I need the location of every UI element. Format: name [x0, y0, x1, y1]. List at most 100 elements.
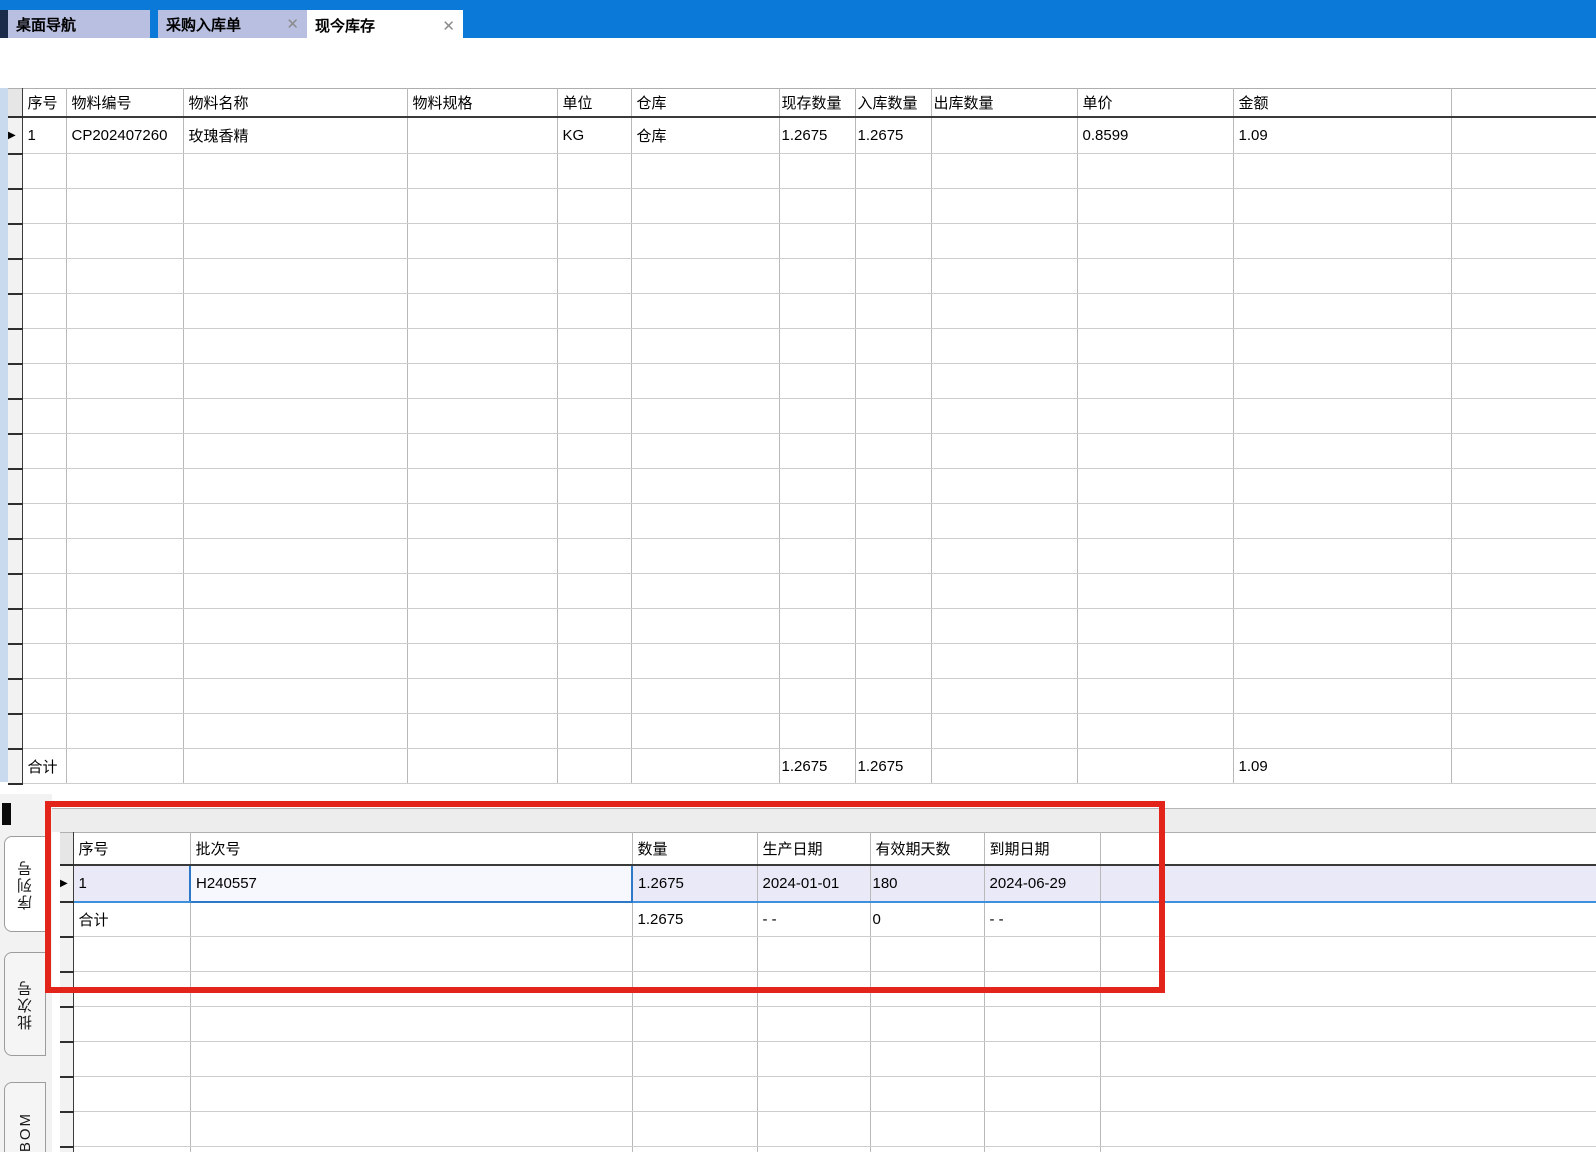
col-header-spec: 物料规格 [407, 89, 557, 117]
cell-prod-date[interactable]: 2024-01-01 [757, 865, 870, 902]
tab-current-inventory[interactable]: 现今库存 ✕ [307, 10, 463, 41]
batch-total-row: 合计 1.2675 - - 0 - - [60, 902, 1596, 937]
grid-empty-row[interactable] [8, 644, 1596, 679]
grid-empty-row[interactable] [8, 399, 1596, 434]
grid-empty-row[interactable] [60, 1147, 1596, 1152]
row-selector-cell: ▶ [8, 117, 22, 154]
col-header-unit-price: 单价 [1077, 89, 1233, 117]
side-tab-label: 批次号 [15, 979, 36, 1030]
inventory-header-row: 序号 物料编号 物料名称 物料规格 单位 仓库 现存数量 入库数量 出库数量 单… [8, 89, 1596, 117]
grid-empty-row[interactable] [8, 609, 1596, 644]
cell-qty-in[interactable]: 1.2675 [855, 117, 931, 154]
row-selector-cell: ▶ [60, 865, 73, 902]
grid-empty-row[interactable] [60, 1112, 1596, 1147]
row-selector-cell [60, 1147, 73, 1152]
row-selector-cell [60, 1042, 73, 1077]
cell-qty-on-hand[interactable]: 1.2675 [779, 117, 855, 154]
col-header-qty-out: 出库数量 [931, 89, 1077, 117]
col-header-valid-days: 有效期天数 [870, 833, 984, 865]
cell-extra [1451, 117, 1596, 154]
cell-spec[interactable] [407, 117, 557, 154]
batch-detail-grid: 序号 批次号 数量 生产日期 有效期天数 到期日期 ▶ 1 H240557 1.… [60, 832, 1596, 1152]
tab-label: 现今库存 [315, 15, 375, 36]
grid-empty-row[interactable] [8, 714, 1596, 749]
side-tab-batch-number[interactable]: 批次号 [4, 952, 46, 1056]
col-header-qty-in: 入库数量 [855, 89, 931, 117]
col-header-code: 物料编号 [66, 89, 183, 117]
row-selector-cell [8, 539, 22, 574]
splitter-handle[interactable] [2, 803, 11, 825]
grid-empty-row[interactable] [60, 937, 1596, 972]
col-header-qty-on-hand: 现存数量 [779, 89, 855, 117]
col-header-qty: 数量 [632, 833, 757, 865]
tab-label: 桌面导航 [16, 14, 76, 35]
grid-empty-row[interactable] [8, 574, 1596, 609]
tab-desktop-nav[interactable]: 桌面导航 [8, 10, 150, 38]
inventory-row[interactable]: ▶ 1 CP202407260 玫瑰香精 KG 仓库 1.2675 1.2675… [8, 117, 1596, 154]
cell-amount[interactable]: 1.09 [1233, 117, 1451, 154]
row-selector-cell [8, 714, 22, 749]
cell-unit-price[interactable]: 0.8599 [1077, 117, 1233, 154]
col-header-prod-date: 生产日期 [757, 833, 870, 865]
col-header-seq: 序号 [73, 833, 190, 865]
tab-purchase-receipt[interactable]: 采购入库单 ✕ [158, 10, 307, 38]
grid-empty-row[interactable] [8, 364, 1596, 399]
grid-empty-row[interactable] [60, 1042, 1596, 1077]
close-tab-icon[interactable]: ✕ [272, 15, 299, 33]
cell-seq[interactable]: 1 [73, 865, 190, 902]
cell-seq[interactable]: 1 [22, 117, 66, 154]
grid-empty-row[interactable] [8, 224, 1596, 259]
grid-empty-row[interactable] [8, 154, 1596, 189]
row-selector-cell [8, 749, 22, 784]
total-label: 合计 [73, 902, 190, 937]
total-label: 合计 [22, 749, 66, 784]
cell-warehouse[interactable]: 仓库 [631, 117, 779, 154]
grid-empty-row[interactable] [60, 1077, 1596, 1112]
grid-empty-row[interactable] [8, 189, 1596, 224]
grid-empty-row[interactable] [8, 679, 1596, 714]
total-expiry-date: - - [984, 902, 1100, 937]
batch-no-cell-editor[interactable]: H240557 [190, 865, 632, 902]
cell-valid-days[interactable]: 180 [870, 865, 984, 902]
batch-row[interactable]: ▶ 1 H240557 1.2675 2024-01-01 180 2024-0… [60, 865, 1596, 902]
row-selector-cell [8, 399, 22, 434]
row-selector-header [8, 89, 22, 117]
grid-empty-row[interactable] [8, 294, 1596, 329]
row-selector-cell [8, 329, 22, 364]
row-selector-cell [8, 679, 22, 714]
cell-code[interactable]: CP202407260 [66, 117, 183, 154]
cell-qty-out[interactable] [931, 117, 1077, 154]
close-tab-icon[interactable]: ✕ [428, 17, 455, 35]
side-tab-label: 序列号 [15, 859, 36, 910]
cell-name[interactable]: 玫瑰香精 [183, 117, 407, 154]
total-qty-on-hand: 1.2675 [779, 749, 855, 784]
side-tab-bom[interactable]: BOM [4, 1082, 46, 1152]
row-selector-cell [8, 434, 22, 469]
grid-empty-row[interactable] [8, 469, 1596, 504]
grid-empty-row[interactable] [8, 539, 1596, 574]
row-selector-cell [60, 1112, 73, 1147]
total-qty: 1.2675 [632, 902, 757, 937]
grid-empty-row[interactable] [8, 329, 1596, 364]
inventory-total-row: 合计 1.2675 1.2675 1.09 [8, 749, 1596, 784]
grid-empty-row[interactable] [60, 1007, 1596, 1042]
grid-empty-row[interactable] [8, 504, 1596, 539]
app-window: 桌面导航 采购入库单 ✕ 现今库存 ✕ 序号 物料编号 物料名称 物料规格 [0, 0, 1596, 1152]
col-header-extra [1100, 833, 1596, 865]
row-selector-cell [8, 154, 22, 189]
total-amount: 1.09 [1233, 749, 1451, 784]
grid-empty-row[interactable] [8, 434, 1596, 469]
grid-empty-row[interactable] [8, 259, 1596, 294]
row-selector-cell [8, 469, 22, 504]
cell-expiry-date[interactable]: 2024-06-29 [984, 865, 1100, 902]
row-selector-cell [8, 294, 22, 329]
row-selector-header [60, 833, 73, 865]
cell-unit[interactable]: KG [557, 117, 631, 154]
col-header-amount: 金额 [1233, 89, 1451, 117]
row-selector-cell [60, 1077, 73, 1112]
inventory-grid: 序号 物料编号 物料名称 物料规格 单位 仓库 现存数量 入库数量 出库数量 单… [8, 88, 1596, 785]
grid-empty-row[interactable] [60, 972, 1596, 1007]
current-row-marker-icon: ▶ [60, 878, 68, 889]
cell-qty[interactable]: 1.2675 [632, 865, 757, 902]
side-tab-serial-number[interactable]: 序列号 [4, 836, 46, 932]
